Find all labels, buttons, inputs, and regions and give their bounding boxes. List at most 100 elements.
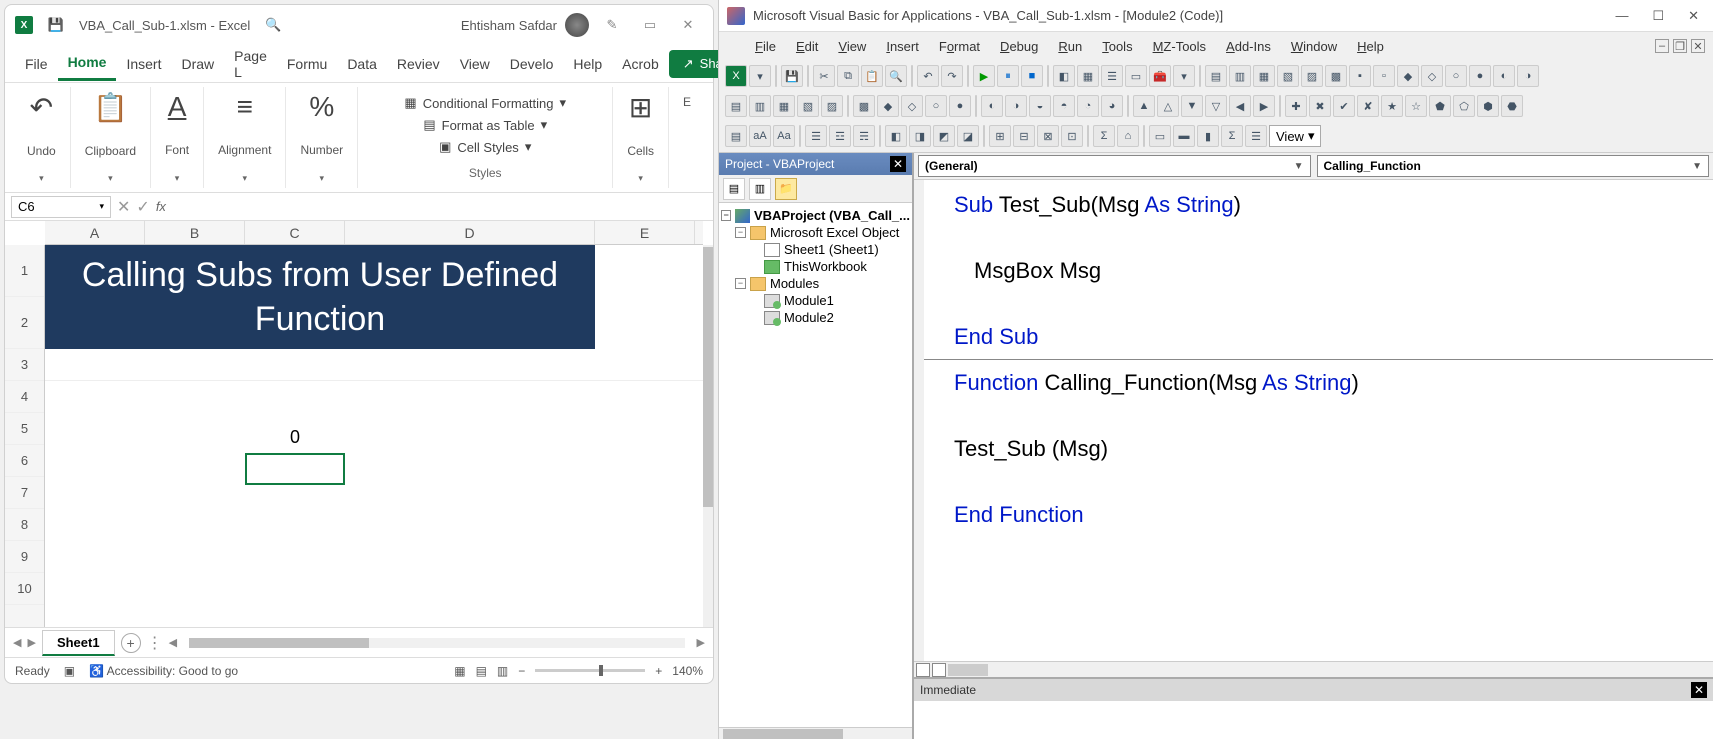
tb2-30-icon[interactable]: ⬠ xyxy=(1453,95,1475,117)
tree-sheet1[interactable]: Sheet1 (Sheet1) xyxy=(721,241,910,258)
menu-edit[interactable]: Edit xyxy=(788,35,826,58)
tb2-26-icon[interactable]: ✘ xyxy=(1357,95,1379,117)
tb3-13-icon[interactable]: ⊠ xyxy=(1037,125,1059,147)
menu-mztools[interactable]: MZ-Tools xyxy=(1145,35,1214,58)
tree-vbaproject[interactable]: −VBAProject (VBA_Call_... xyxy=(721,207,910,224)
tb2-1-icon[interactable]: ▤ xyxy=(725,95,747,117)
macro-recorder-icon[interactable]: ▣ xyxy=(64,664,75,678)
scrollbar-thumb[interactable] xyxy=(703,247,713,507)
project-tree[interactable]: −VBAProject (VBA_Call_... −Microsoft Exc… xyxy=(719,203,912,727)
tb2-6-icon[interactable]: ▩ xyxy=(853,95,875,117)
name-box[interactable]: C6▾ xyxy=(11,196,111,218)
view-dropdown[interactable]: View▾ xyxy=(1269,125,1321,147)
tb2-11-icon[interactable]: ◐ xyxy=(981,95,1003,117)
format-as-table-button[interactable]: ▤Format as Table ▾ xyxy=(423,117,547,133)
col-header-c[interactable]: C xyxy=(245,221,345,244)
tab-help[interactable]: Help xyxy=(563,48,612,80)
tb3-14-icon[interactable]: ⊡ xyxy=(1061,125,1083,147)
sheet-nav-next-icon[interactable]: ▶ xyxy=(27,636,35,649)
procedure-view-icon[interactable] xyxy=(916,663,930,677)
tb-paste-icon[interactable]: 📋 xyxy=(861,65,883,87)
tb2-21-icon[interactable]: ◀ xyxy=(1229,95,1251,117)
tb-mz2-icon[interactable]: ▥ xyxy=(1229,65,1251,87)
tb2-5-icon[interactable]: ▨ xyxy=(821,95,843,117)
zoom-slider[interactable] xyxy=(535,669,645,672)
tb-mz6-icon[interactable]: ▩ xyxy=(1325,65,1347,87)
save-icon[interactable]: 💾 xyxy=(41,17,71,33)
tb2-20-icon[interactable]: ▽ xyxy=(1205,95,1227,117)
tab-developer[interactable]: Develo xyxy=(500,48,564,80)
tb2-31-icon[interactable]: ⬢ xyxy=(1477,95,1499,117)
row-header-5[interactable]: 5 xyxy=(5,413,44,445)
conditional-formatting-button[interactable]: ▦Conditional Formatting ▾ xyxy=(404,95,566,111)
tb2-27-icon[interactable]: ★ xyxy=(1381,95,1403,117)
collapse-icon[interactable]: − xyxy=(735,278,746,289)
tb2-29-icon[interactable]: ⬟ xyxy=(1429,95,1451,117)
tb2-9-icon[interactable]: ○ xyxy=(925,95,947,117)
tb-mz3-icon[interactable]: ▦ xyxy=(1253,65,1275,87)
tab-insert[interactable]: Insert xyxy=(116,48,171,80)
menu-format[interactable]: Format xyxy=(931,35,988,58)
tb-mz9-icon[interactable]: ◆ xyxy=(1397,65,1419,87)
tab-formulas[interactable]: Formu xyxy=(277,48,337,80)
tree-module1[interactable]: Module1 xyxy=(721,292,910,309)
tab-pagelayout[interactable]: Page L xyxy=(224,40,277,88)
tb2-28-icon[interactable]: ☆ xyxy=(1405,95,1427,117)
col-header-d[interactable]: D xyxy=(345,221,595,244)
tab-view[interactable]: View xyxy=(450,48,500,80)
spreadsheet-grid[interactable]: A B C D E 1 2 3 4 5 6 7 8 9 10 Calling S… xyxy=(5,221,713,627)
tb-insert-module-icon[interactable]: ▾ xyxy=(749,65,771,87)
tb2-17-icon[interactable]: ▲ xyxy=(1133,95,1155,117)
group-alignment[interactable]: ≡Alignment▾ xyxy=(204,87,286,188)
tb2-14-icon[interactable]: ◓ xyxy=(1053,95,1075,117)
tb3-19-icon[interactable]: ▮ xyxy=(1197,125,1219,147)
accept-formula-icon[interactable]: ✓ xyxy=(136,197,149,217)
object-dropdown[interactable]: (General)▼ xyxy=(918,155,1311,177)
immediate-input[interactable] xyxy=(914,701,1713,739)
horizontal-scrollbar[interactable] xyxy=(189,638,684,648)
mdi-minimize-icon[interactable]: – xyxy=(1655,39,1669,53)
tb2-24-icon[interactable]: ✖ xyxy=(1309,95,1331,117)
menu-window[interactable]: Window xyxy=(1283,35,1345,58)
cell-c5[interactable]: 0 xyxy=(245,421,345,453)
row-header-6[interactable]: 6 xyxy=(5,445,44,477)
tb-reset-icon[interactable]: ■ xyxy=(1021,65,1043,87)
view-pagelayout-icon[interactable]: ▤ xyxy=(476,664,487,678)
menu-insert[interactable]: Insert xyxy=(878,35,927,58)
tb3-1-icon[interactable]: ▤ xyxy=(725,125,747,147)
tb2-19-icon[interactable]: ▼ xyxy=(1181,95,1203,117)
search-icon[interactable]: 🔍 xyxy=(258,17,288,33)
mdi-close-icon[interactable]: ✕ xyxy=(1691,39,1705,53)
group-undo[interactable]: ↶Undo▾ xyxy=(13,87,71,188)
collapse-icon[interactable]: − xyxy=(721,210,731,221)
row-header-1[interactable]: 1 xyxy=(5,245,44,297)
tb2-2-icon[interactable]: ▥ xyxy=(749,95,771,117)
group-font[interactable]: AFont▾ xyxy=(151,87,204,188)
menu-view[interactable]: View xyxy=(830,35,874,58)
accessibility-status[interactable]: ♿ Accessibility: Good to go xyxy=(89,664,238,678)
tb-save-icon[interactable]: 💾 xyxy=(781,65,803,87)
tb-run-icon[interactable]: ▶ xyxy=(973,65,995,87)
tb3-10-icon[interactable]: ◪ xyxy=(957,125,979,147)
tb3-15-icon[interactable]: Σ xyxy=(1093,125,1115,147)
menu-debug[interactable]: Debug xyxy=(992,35,1046,58)
project-hscrollbar[interactable] xyxy=(719,727,912,739)
zoom-in-icon[interactable]: + xyxy=(655,664,662,678)
collapse-icon[interactable]: − xyxy=(735,227,746,238)
tree-thisworkbook[interactable]: ThisWorkbook xyxy=(721,258,910,275)
row-header-10[interactable]: 10 xyxy=(5,573,44,605)
tb2-4-icon[interactable]: ▧ xyxy=(797,95,819,117)
menu-file[interactable]: FFileile xyxy=(747,35,784,58)
tb-object-browser-icon[interactable]: ▭ xyxy=(1125,65,1147,87)
tb2-25-icon[interactable]: ✔ xyxy=(1333,95,1355,117)
scrollbar-thumb[interactable] xyxy=(189,638,369,648)
sheet-nav-prev-icon[interactable]: ◀ xyxy=(13,636,21,649)
tb3-5-icon[interactable]: ☲ xyxy=(829,125,851,147)
cell-styles-button[interactable]: ▣Cell Styles ▾ xyxy=(439,139,531,155)
tb3-8-icon[interactable]: ◨ xyxy=(909,125,931,147)
tb-design-icon[interactable]: ◧ xyxy=(1053,65,1075,87)
sheet-tabs-menu-icon[interactable]: ⋮ xyxy=(147,633,163,653)
tb-excel-icon[interactable]: X xyxy=(725,65,747,87)
group-clipboard[interactable]: 📋Clipboard▾ xyxy=(71,87,151,188)
tb2-23-icon[interactable]: ✚ xyxy=(1285,95,1307,117)
